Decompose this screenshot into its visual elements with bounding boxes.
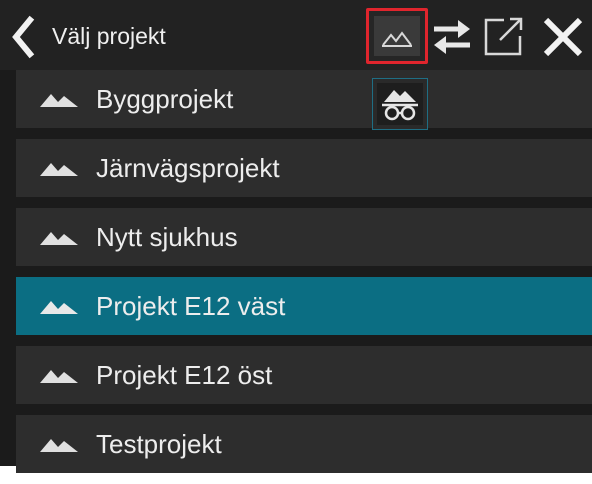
project-item-label: Nytt sjukhus [96, 222, 238, 252]
open-external-button[interactable] [482, 14, 526, 58]
mountain-icon [40, 163, 78, 176]
project-item-nytt-sjukhus[interactable]: Nytt sjukhus [16, 208, 592, 266]
project-item-byggprojekt[interactable]: Byggprojekt [16, 70, 592, 128]
chevron-left-icon [12, 15, 35, 59]
project-item-projekt-e12-ost[interactable]: Projekt E12 öst [16, 346, 592, 404]
project-item-label: Projekt E12 öst [96, 360, 273, 390]
swap-button[interactable] [430, 14, 474, 58]
view-toggle-button[interactable] [366, 8, 428, 64]
view-option-mountain-glasses[interactable] [372, 78, 428, 130]
mountain-icon [40, 301, 78, 314]
mountain-glasses-icon [382, 90, 418, 121]
mountain-icon [40, 439, 78, 452]
project-item-projekt-e12-vast[interactable]: Projekt E12 väst [16, 277, 592, 335]
open-external-icon [484, 17, 523, 56]
header-bar: Välj projekt [0, 0, 592, 70]
close-button[interactable] [540, 14, 586, 60]
project-item-label: Byggprojekt [96, 84, 234, 114]
project-list: Byggprojekt Järnvägsprojekt Nytt sjukhus… [16, 70, 592, 484]
mountain-icon [40, 94, 78, 107]
mountain-icon [382, 31, 412, 47]
project-item-jarnvagsprojekt[interactable]: Järnvägsprojekt [16, 139, 592, 197]
back-button[interactable] [6, 14, 46, 60]
mountain-icon [40, 232, 78, 245]
close-icon [543, 17, 583, 57]
project-item-label: Järnvägsprojekt [96, 153, 280, 183]
mountain-icon [40, 370, 78, 383]
page-title: Välj projekt [52, 23, 166, 49]
project-picker-panel: Välj projekt Byggprojekt Järnvägsprojekt… [0, 0, 592, 473]
swap-arrows-icon [434, 20, 470, 54]
project-item-testprojekt[interactable]: Testprojekt [16, 415, 592, 473]
project-item-label: Testprojekt [96, 429, 222, 459]
project-item-label: Projekt E12 väst [96, 291, 286, 321]
